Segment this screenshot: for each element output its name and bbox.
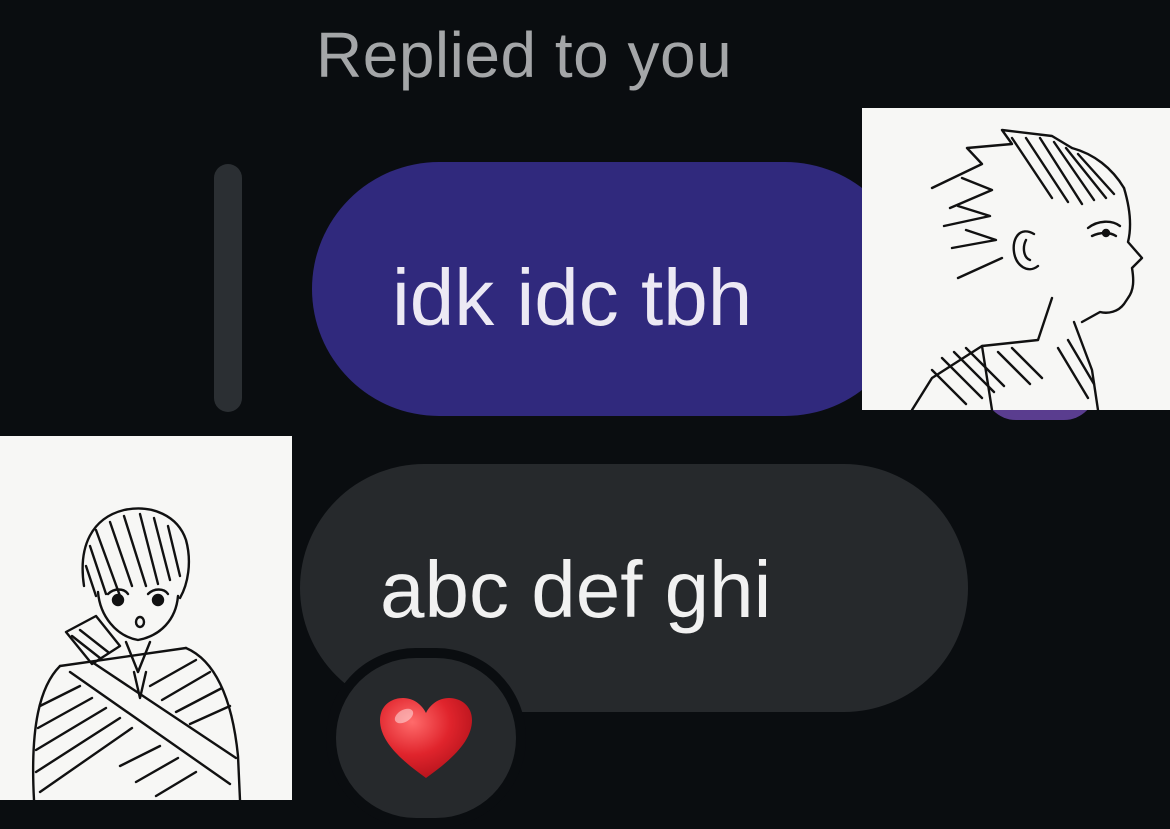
received-message-text: abc def ghi [380, 545, 772, 634]
sketch-character-image [31, 507, 242, 800]
reply-quote-bar [214, 164, 242, 412]
heart-reaction[interactable] [336, 658, 516, 818]
sketch-character-sticker [0, 436, 292, 800]
sketch-profile-sticker [862, 108, 1170, 410]
replied-to-you-label: Replied to you [316, 19, 733, 91]
heart-icon [380, 698, 472, 778]
sketch-profile-image [910, 128, 1144, 410]
sent-message-text: idk idc tbh [392, 253, 753, 342]
sent-message-bubble[interactable]: idk idc tbh [312, 162, 912, 416]
